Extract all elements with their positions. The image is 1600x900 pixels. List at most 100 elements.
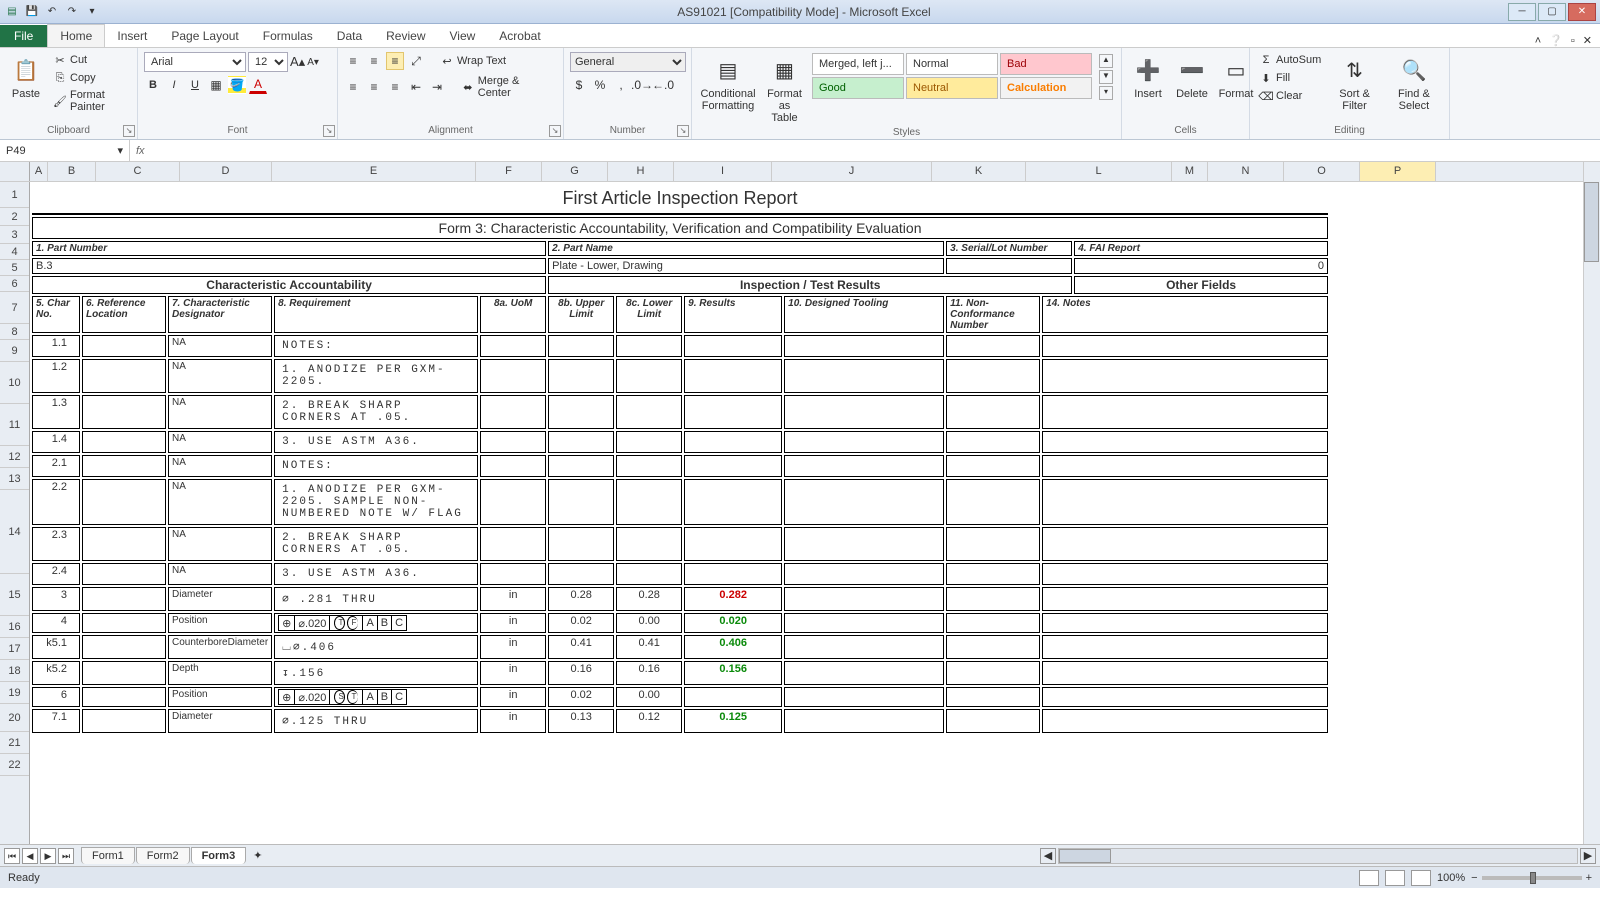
help-icon[interactable]: ❔ xyxy=(1549,34,1563,47)
column-headers[interactable]: ABCDEFGHIJKLMNOP xyxy=(0,162,1600,182)
styles-scroll-up[interactable]: ▲ xyxy=(1099,54,1113,68)
qat-dropdown-icon[interactable]: ▾ xyxy=(84,4,100,20)
style-bad[interactable]: Bad xyxy=(1000,53,1092,75)
pagelayout-view-button[interactable] xyxy=(1385,870,1405,886)
font-size-select[interactable]: 12 xyxy=(248,52,288,72)
tab-nav-next[interactable]: ▶ xyxy=(40,848,56,864)
align-left-icon[interactable]: ≡ xyxy=(344,78,362,96)
clear-button[interactable]: ⌫Clear xyxy=(1256,88,1324,104)
alignment-launcher[interactable]: ↘ xyxy=(549,125,561,137)
wrap-text-button[interactable]: ↩Wrap Text xyxy=(437,52,509,70)
italic-button[interactable]: I xyxy=(165,76,183,94)
indent-dec-icon[interactable]: ⇤ xyxy=(407,78,425,96)
bold-button[interactable]: B xyxy=(144,76,162,94)
align-right-icon[interactable]: ≡ xyxy=(386,78,404,96)
style-normal[interactable]: Normal xyxy=(906,53,998,75)
sheet-tab-form1[interactable]: Form1 xyxy=(81,847,135,864)
formula-bar[interactable]: fx xyxy=(130,145,1600,157)
sheet-tab-form2[interactable]: Form2 xyxy=(136,847,190,864)
styles-more[interactable]: ▾ xyxy=(1099,86,1113,100)
undo-icon[interactable]: ↶ xyxy=(44,4,60,20)
style-neutral[interactable]: Neutral xyxy=(906,77,998,99)
conditional-formatting-button[interactable]: ▤Conditional Formatting xyxy=(698,52,758,114)
horizontal-scrollbar[interactable] xyxy=(1058,848,1578,864)
style-good[interactable]: Good xyxy=(812,77,904,99)
redo-icon[interactable]: ↷ xyxy=(64,4,80,20)
insert-cells-button[interactable]: ➕Insert xyxy=(1128,52,1168,102)
tab-nav-prev[interactable]: ◀ xyxy=(22,848,38,864)
style-calc[interactable]: Calculation xyxy=(1000,77,1092,99)
fill-color-button[interactable]: 🪣 xyxy=(228,76,246,94)
sheet-tab-form3[interactable]: Form3 xyxy=(191,847,247,864)
close-button[interactable]: ✕ xyxy=(1568,3,1596,21)
minimize-ribbon-icon[interactable]: ˄ xyxy=(1535,35,1541,47)
pagebreak-view-button[interactable] xyxy=(1411,870,1431,886)
fill-button[interactable]: ⬇Fill xyxy=(1256,70,1324,86)
zoom-out-button[interactable]: − xyxy=(1471,872,1477,884)
fx-icon[interactable]: fx xyxy=(136,145,145,157)
autosum-button[interactable]: ΣAutoSum xyxy=(1256,52,1324,68)
delete-cells-button[interactable]: ➖Delete xyxy=(1172,52,1212,102)
align-bottom-icon[interactable]: ≡ xyxy=(386,52,404,70)
number-format-select[interactable]: General xyxy=(570,52,686,72)
font-name-select[interactable]: Arial xyxy=(144,52,246,72)
zoom-slider[interactable] xyxy=(1482,876,1582,880)
sort-filter-button[interactable]: ⇅Sort & Filter xyxy=(1328,52,1381,114)
paste-button[interactable]: 📋 Paste xyxy=(6,52,46,102)
percent-icon[interactable]: % xyxy=(591,76,609,94)
underline-button[interactable]: U xyxy=(186,76,204,94)
zoom-in-button[interactable]: + xyxy=(1586,872,1592,884)
tab-nav-first[interactable]: ⏮ xyxy=(4,848,20,864)
window-restore-icon[interactable]: ▫ xyxy=(1571,35,1575,47)
save-icon[interactable]: 💾 xyxy=(24,4,40,20)
comma-icon[interactable]: , xyxy=(612,76,630,94)
currency-icon[interactable]: $ xyxy=(570,76,588,94)
insert-tab[interactable]: Insert xyxy=(105,25,159,47)
font-color-button[interactable]: A xyxy=(249,76,267,94)
row-headers[interactable]: 12345678910111213141516171819202122 xyxy=(0,182,30,844)
cut-button[interactable]: ✂Cut xyxy=(50,52,131,68)
namebox-dropdown-icon[interactable]: ▾ xyxy=(117,144,123,157)
format-as-table-button[interactable]: ▦Format as Table xyxy=(762,52,807,126)
pagelayout-tab[interactable]: Page Layout xyxy=(159,25,250,47)
find-select-button[interactable]: 🔍Find & Select xyxy=(1385,52,1443,114)
indent-inc-icon[interactable]: ⇥ xyxy=(428,78,446,96)
vertical-scrollbar[interactable] xyxy=(1583,162,1600,844)
inc-decimal-icon[interactable]: .0→ xyxy=(633,76,651,94)
merge-icon: ⬌ xyxy=(461,80,475,94)
hscroll-right[interactable]: ▶ xyxy=(1580,848,1596,864)
maximize-button[interactable]: ▢ xyxy=(1538,3,1566,21)
grow-font-icon[interactable]: A▴ xyxy=(290,54,305,70)
new-sheet-icon[interactable]: ✦ xyxy=(253,849,262,862)
cell-grid[interactable]: First Article Inspection ReportForm 3: C… xyxy=(30,182,1600,844)
align-center-icon[interactable]: ≡ xyxy=(365,78,383,96)
hscroll-left[interactable]: ◀ xyxy=(1040,848,1056,864)
view-tab[interactable]: View xyxy=(438,25,488,47)
data-tab[interactable]: Data xyxy=(325,25,374,47)
quick-access-toolbar: ▤ 💾 ↶ ↷ ▾ xyxy=(4,4,100,20)
dec-decimal-icon[interactable]: ←.0 xyxy=(654,76,672,94)
home-tab[interactable]: Home xyxy=(47,24,105,47)
file-tab[interactable]: File xyxy=(0,25,47,47)
font-launcher[interactable]: ↘ xyxy=(323,125,335,137)
review-tab[interactable]: Review xyxy=(374,25,437,47)
minimize-button[interactable]: ─ xyxy=(1508,3,1536,21)
style-merged[interactable]: Merged, left j... xyxy=(812,53,904,75)
shrink-font-icon[interactable]: A▾ xyxy=(307,57,319,68)
normal-view-button[interactable] xyxy=(1359,870,1379,886)
acrobat-tab[interactable]: Acrobat xyxy=(487,25,552,47)
name-box[interactable]: P49▾ xyxy=(0,140,130,161)
merge-center-button[interactable]: ⬌Merge & Center xyxy=(458,74,557,100)
window-close-icon[interactable]: ✕ xyxy=(1583,34,1592,47)
tab-nav-last[interactable]: ⏭ xyxy=(58,848,74,864)
format-painter-button[interactable]: 🖌Format Painter xyxy=(50,88,131,114)
clipboard-launcher[interactable]: ↘ xyxy=(123,125,135,137)
copy-button[interactable]: ⎘Copy xyxy=(50,70,131,86)
orientation-icon[interactable]: ⤢ xyxy=(407,52,425,70)
border-button[interactable]: ▦ xyxy=(207,76,225,94)
align-top-icon[interactable]: ≡ xyxy=(344,52,362,70)
formulas-tab[interactable]: Formulas xyxy=(251,25,325,47)
styles-scroll-down[interactable]: ▼ xyxy=(1099,70,1113,84)
align-middle-icon[interactable]: ≡ xyxy=(365,52,383,70)
number-launcher[interactable]: ↘ xyxy=(677,125,689,137)
